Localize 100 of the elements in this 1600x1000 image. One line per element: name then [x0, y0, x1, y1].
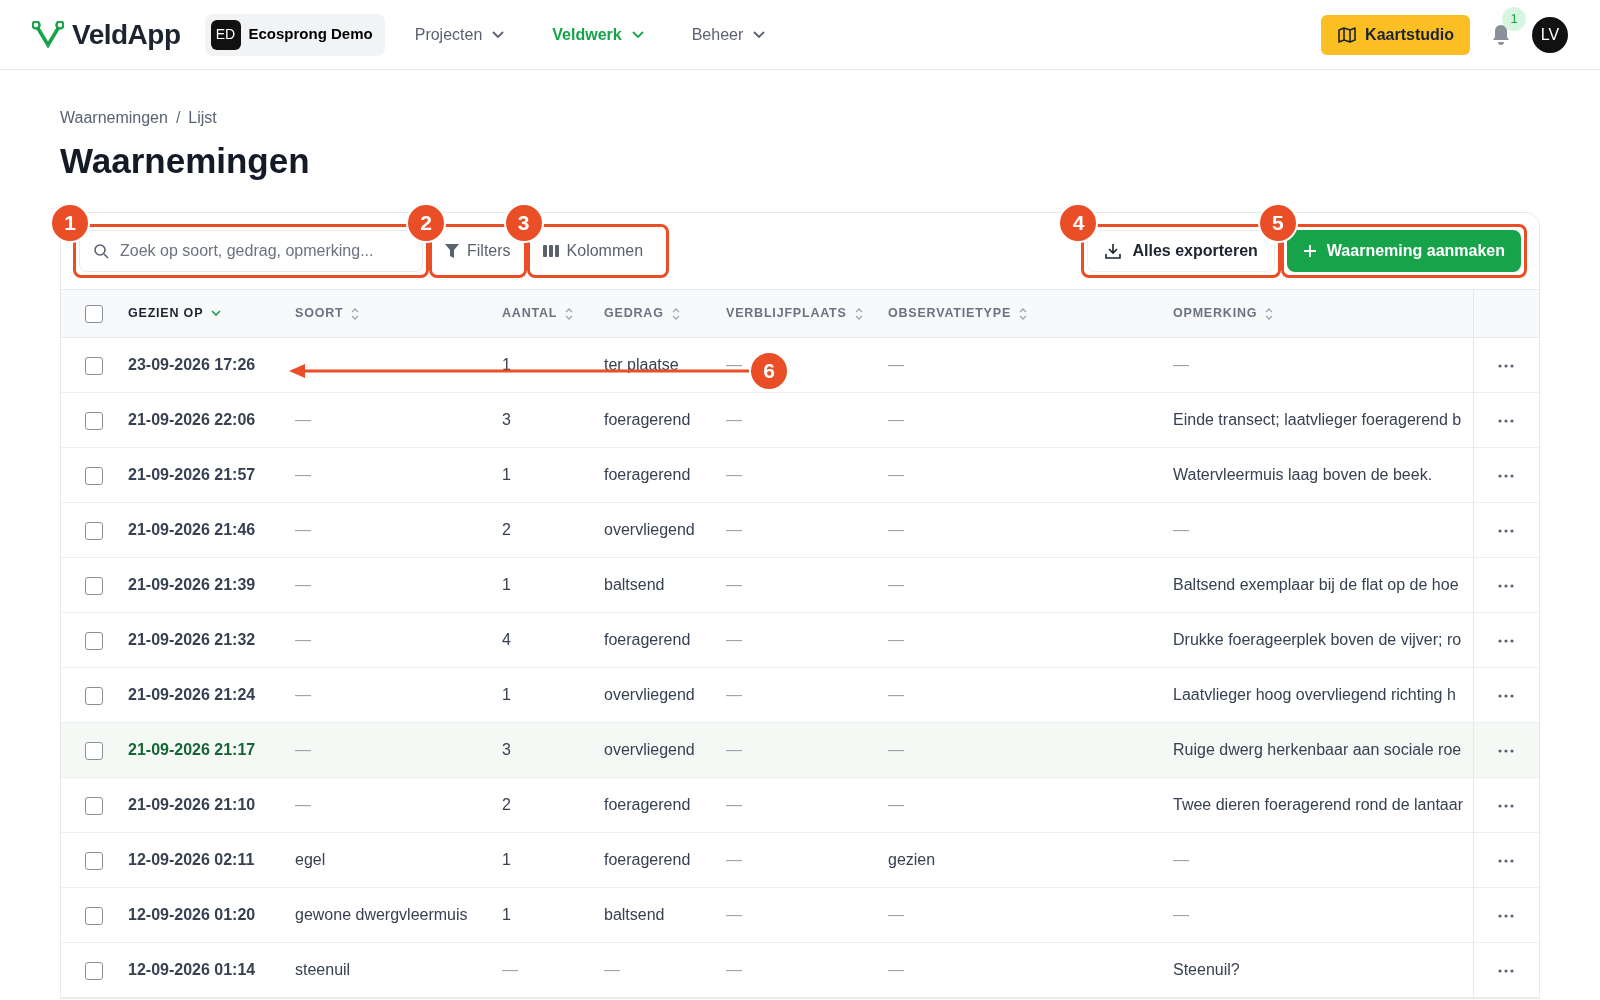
search-icon — [93, 243, 109, 259]
table-cell: — — [726, 906, 742, 923]
more-icon — [1498, 968, 1515, 973]
table-cell: Einde transect; laatvlieger foeragerend b — [1173, 411, 1462, 428]
more-icon — [1498, 803, 1515, 808]
table-cell: — — [295, 466, 311, 483]
table-cell: — — [888, 961, 904, 978]
map-studio-button[interactable]: Kaartstudio — [1321, 14, 1470, 55]
table-cell: — — [295, 576, 311, 593]
table-cell: — — [888, 576, 904, 593]
table-cell: overvliegend — [604, 686, 695, 703]
table-cell: 21-09-2026 22:06 — [128, 411, 256, 428]
more-icon — [1498, 363, 1515, 368]
more-icon — [1498, 473, 1515, 478]
checkbox[interactable] — [85, 304, 103, 323]
callout-number: 2 — [406, 203, 446, 243]
table-cell: 2 — [502, 521, 511, 538]
table-cell: 23-09-2026 17:26 — [128, 356, 256, 373]
breadcrumb-separator: / — [175, 108, 181, 128]
checkbox[interactable] — [85, 741, 103, 760]
table-cell: — — [888, 521, 904, 538]
columns-icon — [542, 244, 559, 258]
table-cell: 3 — [502, 411, 511, 428]
checkbox[interactable] — [85, 356, 103, 375]
plus-icon — [1302, 244, 1317, 258]
table-cell: 1 — [502, 466, 511, 483]
table-cell: — — [726, 576, 742, 593]
org-switcher[interactable]: ED Ecosprong Demo — [204, 13, 385, 56]
search-field[interactable]: Zoek op soort, gedrag, opmerking... — [79, 230, 423, 272]
table-cell: Drukke foerageerplek boven de vijver; ro — [1173, 631, 1462, 648]
table-cell: 1 — [502, 906, 511, 923]
export-button[interactable]: Alles exporteren — [1087, 230, 1275, 272]
checkbox[interactable] — [85, 576, 103, 595]
nav-menu-item[interactable]: Beheer — [691, 22, 766, 47]
table-cell: egel — [295, 851, 326, 868]
table-cell: baltsend — [604, 576, 665, 593]
table-cell: 21-09-2026 21:39 — [128, 576, 256, 593]
table-cell: 21-09-2026 21:24 — [128, 686, 256, 703]
callout-number: 4 — [1058, 203, 1099, 243]
checkbox[interactable] — [85, 851, 103, 870]
checkbox[interactable] — [85, 961, 103, 980]
table-cell: — — [888, 466, 904, 483]
table-cell: — — [888, 356, 904, 373]
callout-number: 6 — [749, 351, 789, 391]
table-cell: — — [295, 521, 311, 538]
chevron-down-icon — [492, 30, 505, 39]
table-cell: overvliegend — [604, 741, 695, 758]
checkbox[interactable] — [85, 906, 103, 925]
user-avatar[interactable]: LV — [1532, 16, 1568, 53]
table-cell: 12-09-2026 02:11 — [128, 851, 255, 868]
table-cell: Twee dieren foeragerend rond de lantaar — [1173, 796, 1463, 813]
table-cell: baltsend — [604, 906, 665, 923]
table-cell: Watervleermuis laag boven de beek. — [1173, 466, 1433, 483]
create-button[interactable]: Waarneming aanmaken — [1286, 230, 1521, 272]
table-cell: — — [295, 631, 311, 648]
table-cell: — — [726, 411, 742, 428]
download-icon — [1104, 242, 1123, 260]
breadcrumb-link[interactable]: Waarnemingen — [60, 106, 168, 130]
table-cell: 1 — [502, 576, 511, 593]
table-cell: — — [726, 796, 742, 813]
table-cell: foeragerend — [604, 796, 691, 813]
table-cell: foeragerend — [604, 411, 691, 428]
table-cell: 1 — [502, 686, 511, 703]
table-cell: 12-09-2026 01:20 — [128, 906, 256, 923]
column-header[interactable]: OBSERVATIETYPE — [888, 304, 1028, 323]
notification-count: 1 — [1502, 6, 1526, 31]
table-cell: foeragerend — [604, 851, 691, 868]
bell-icon[interactable] — [1490, 22, 1512, 47]
table-cell: Baltsend exemplaar bij de flat op de hoe — [1173, 576, 1459, 593]
checkbox[interactable] — [85, 631, 103, 650]
column-header[interactable]: OPMERKING — [1173, 304, 1274, 323]
table-cell: — — [888, 631, 904, 648]
table-cell: Ruige dwerg herkenbaar aan sociale roe — [1173, 741, 1462, 758]
table-cell: — — [1173, 521, 1189, 538]
table-cell: — — [295, 796, 311, 813]
checkbox[interactable] — [85, 411, 103, 430]
table-cell: — — [726, 631, 742, 648]
checkbox[interactable] — [85, 521, 103, 540]
checkbox[interactable] — [85, 796, 103, 815]
callout-number: 3 — [503, 203, 544, 243]
checkbox[interactable] — [85, 466, 103, 485]
table-cell: — — [888, 411, 904, 428]
table-cell: — — [726, 521, 742, 538]
nav-menu-item[interactable]: Projecten — [414, 22, 505, 47]
table-cell: 21-09-2026 21:17 — [128, 741, 256, 758]
table-cell: — — [888, 796, 904, 813]
more-icon — [1498, 748, 1515, 753]
chevron-down-icon — [753, 30, 766, 39]
table-cell: — — [1173, 356, 1189, 373]
table-cell: — — [726, 961, 742, 978]
nav-menu-item[interactable]: Veldwerk — [552, 22, 644, 47]
table-cell: — — [502, 961, 518, 978]
table-cell: — — [726, 741, 742, 758]
column-header[interactable]: SOORT — [295, 304, 360, 323]
breadcrumb-current: Lijst — [188, 108, 217, 128]
page-title: Waarnemingen — [60, 140, 311, 182]
logo-icon — [32, 20, 64, 49]
checkbox[interactable] — [85, 686, 103, 705]
filter-icon — [445, 243, 459, 259]
more-icon — [1498, 913, 1515, 918]
